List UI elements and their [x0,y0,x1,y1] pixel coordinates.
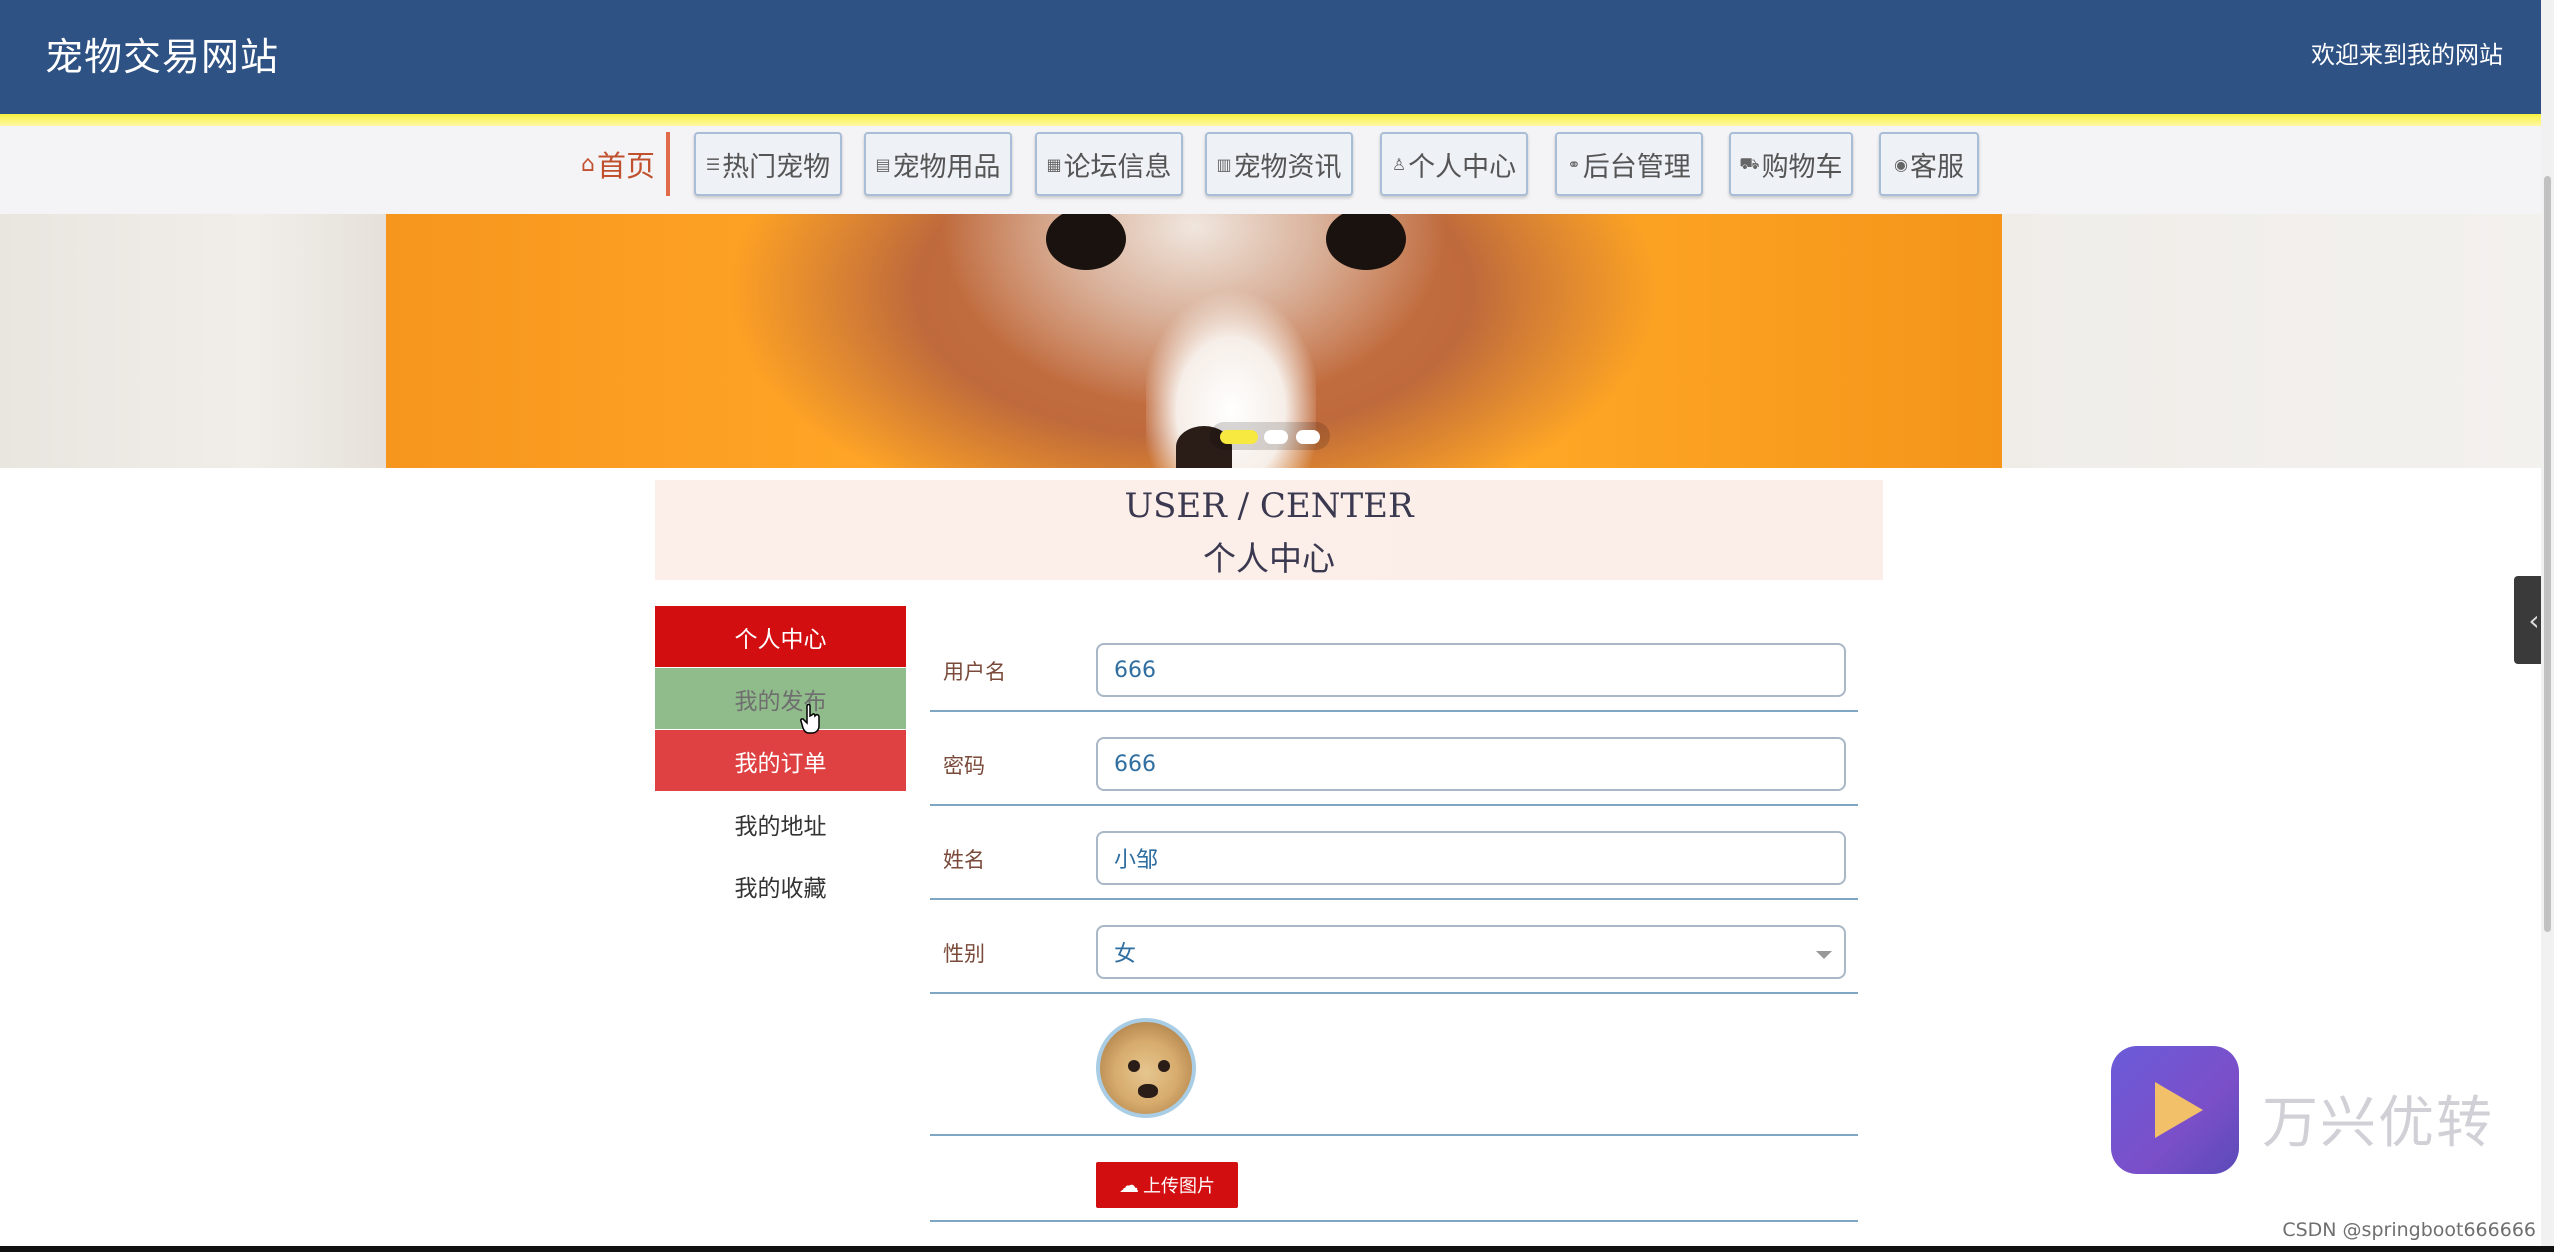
header-accent-strip [0,114,2541,126]
gender-select[interactable]: 女 [1096,925,1846,979]
nav-forum-label: 论坛信息 [1063,151,1172,183]
bottom-edge-bar [0,1246,2554,1252]
main-nav: ⌂ 首页 ☰ 热门宠物 ▤ 宠物用品 ▦ 论坛信息 ▥ 宠物资讯 ♙ 个人中心 ⚭ 后台管理 … [0,126,2541,214]
upload-image-label: 上传图片 [1143,1176,1215,1197]
gender-select-value: 女 [1114,942,1137,967]
nav-hot-pets-label: 热门宠物 [722,151,831,183]
form-row-upload: ☁ 上传图片 [930,1136,1858,1222]
welcome-text: 欢迎来到我的网站 [2311,41,2503,69]
watermark-brand-text: 万兴优转 [2262,1091,2494,1156]
cart-icon: ⛟ [1739,153,1760,173]
form-row-avatar [930,994,1858,1136]
home-icon: ⌂ [581,151,595,177]
document-icon: ▤ [875,154,891,174]
csdn-credit: CSDN @springboot666666 [2282,1219,2536,1241]
nav-home[interactable]: ⌂ 首页 [570,132,670,196]
link-icon: ⚭ [1567,154,1581,174]
avatar-eye-left [1128,1060,1140,1072]
carousel-dot-2[interactable] [1264,430,1288,444]
nav-pet-supplies[interactable]: ▤ 宠物用品 [864,132,1012,196]
form-row-password: 密码 666 [930,712,1858,806]
section-title-box: USER / CENTER 个人中心 [655,480,1883,580]
side-menu-my-favorites[interactable]: 我的收藏 [655,855,906,916]
form-row-username: 用户名 666 [930,630,1858,712]
avatar-image [1096,1018,1196,1118]
carousel-dot-1[interactable] [1220,430,1258,444]
scrollbar-thumb[interactable] [2544,176,2551,932]
nav-cart-label: 购物车 [1761,151,1843,183]
hand-cursor-icon [800,704,820,734]
section-title-cn: 个人中心 [1203,539,1335,578]
sliders-icon: ☰ [705,154,721,174]
carousel-dot-3[interactable] [1296,430,1320,444]
upload-image-button[interactable]: ☁ 上传图片 [1096,1162,1238,1208]
side-menu-my-address[interactable]: 我的地址 [655,793,906,854]
grid-icon: ▦ [1046,154,1062,174]
nav-user-center-label: 个人中心 [1408,151,1517,183]
side-menu-user-center[interactable]: 个人中心 [655,606,906,667]
username-label: 用户名 [943,660,1006,684]
chevron-down-icon [1816,951,1832,959]
side-menu-my-posts[interactable]: 我的发布 [655,668,906,729]
newspaper-icon: ▥ [1216,154,1232,174]
password-input[interactable]: 666 [1096,737,1846,791]
side-menu-my-orders[interactable]: 我的订单 [655,730,906,791]
banner-eye-right [1326,214,1406,270]
nav-home-label: 首页 [596,149,655,183]
nav-customer-service-label: 客服 [1909,151,1964,183]
nav-hot-pets[interactable]: ☰ 热门宠物 [694,132,842,196]
nav-user-center[interactable]: ♙ 个人中心 [1380,132,1528,196]
form-row-name: 姓名 小邹 [930,806,1858,900]
user-icon: ♙ [1391,154,1407,174]
section-title-en: USER / CENTER [1124,486,1414,526]
nav-cart[interactable]: ⛟ 购物车 [1729,132,1853,196]
avatar-nose [1138,1084,1158,1098]
carousel-indicators [1210,422,1330,450]
nav-pet-news[interactable]: ▥ 宠物资讯 [1205,132,1353,196]
gender-label: 性别 [943,942,985,966]
chevron-left-icon: ‹ [2528,603,2540,637]
name-label: 姓名 [943,848,985,872]
video-converter-logo-icon [2111,1046,2239,1174]
username-input[interactable]: 666 [1096,643,1846,697]
nav-admin[interactable]: ⚭ 后台管理 [1555,132,1703,196]
name-input[interactable]: 小邹 [1096,831,1846,885]
play-icon [2155,1082,2203,1138]
nav-forum[interactable]: ▦ 论坛信息 [1035,132,1183,196]
nav-pet-news-label: 宠物资讯 [1233,151,1342,183]
nav-customer-service[interactable]: ◉ 客服 [1879,132,1979,196]
nav-admin-label: 后台管理 [1582,151,1691,183]
corgi-banner-image [386,214,2002,468]
avatar-eye-right [1158,1060,1170,1072]
page-scrollbar[interactable] [2541,0,2554,1252]
password-label: 密码 [943,754,985,778]
form-row-gender: 性别 女 [930,900,1858,994]
site-header: 宠物交易网站 欢迎来到我的网站 [0,0,2541,114]
chat-icon: ◉ [1894,154,1908,174]
cloud-upload-icon: ☁ [1119,1173,1139,1197]
banner-eye-left [1046,214,1126,270]
nav-pet-supplies-label: 宠物用品 [892,151,1001,183]
site-title[interactable]: 宠物交易网站 [45,26,279,81]
banner-carousel[interactable] [0,214,2541,468]
